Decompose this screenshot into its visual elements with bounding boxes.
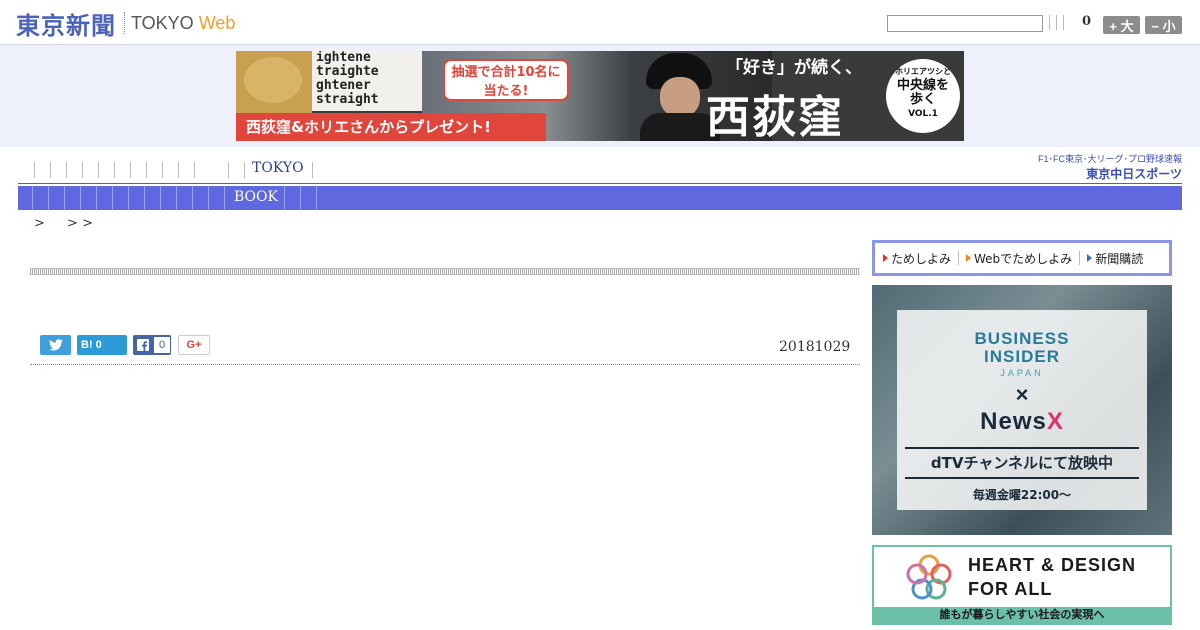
font-size-count: 0 <box>1082 14 1092 29</box>
logo-tokyo-text: TOKYO <box>131 12 194 33</box>
category-nav: TOKYO <box>18 158 1182 184</box>
link-separator <box>1079 251 1081 265</box>
facebook-count: 0 <box>154 337 171 353</box>
ad-schedule: 毎週金曜22:00〜 <box>972 488 1072 502</box>
tameshiyomi-link[interactable]: ためしよみ <box>883 250 951 267</box>
ad-heart-line2: FOR ALL <box>968 579 1053 599</box>
nav-item[interactable] <box>228 162 229 178</box>
ad-heart-strip: 誰もが暮らしやすい社会の実現へ <box>874 607 1170 623</box>
subnav-item[interactable] <box>32 186 33 210</box>
twitter-share-button[interactable] <box>40 335 71 355</box>
breadcrumb: > > > <box>34 216 111 231</box>
banner-series-badge: ホリエアツシと 中央線を 歩く VOL.1 <box>886 59 960 133</box>
site-logo[interactable]: 東京新聞 TOKYO Web <box>16 8 236 40</box>
arrow-right-icon <box>1087 254 1093 262</box>
hatena-bookmark-button[interactable]: B! 0 <box>77 335 127 355</box>
twitter-icon <box>48 339 63 351</box>
heart-design-ad[interactable]: HEART & DESIGN FOR ALL 誰もが暮らしやすい社会の実現へ <box>872 545 1172 625</box>
ad-bi-logo: BUSINESS INSIDER <box>974 329 1070 366</box>
nav-item-tokyo[interactable]: TOKYO <box>252 160 304 176</box>
ad-broadcast-bar: dTVチャンネルにて放映中 <box>905 447 1139 479</box>
banner-present-strip: 西荻窪&ホリエさんからプレゼント! <box>236 113 546 141</box>
arrow-right-icon <box>966 254 972 262</box>
subnav-item[interactable] <box>128 186 129 210</box>
google-plus-icon: G+ <box>186 339 202 351</box>
banner-stamp-image: ightene traighte ghtener straight <box>312 51 426 111</box>
logo-separator <box>124 12 125 34</box>
article-header-rule <box>30 268 860 275</box>
nav-item[interactable] <box>98 162 99 178</box>
google-plus-share-button[interactable]: G+ <box>178 335 210 355</box>
article-date: 20181029 <box>779 339 851 355</box>
hatena-icon: B! <box>81 339 93 351</box>
flower-logo-icon <box>906 554 952 600</box>
chunichi-logo: 東京中日スポーツ <box>1086 167 1182 181</box>
subnav-item[interactable] <box>80 186 81 210</box>
logo-web-text: Web <box>198 12 236 33</box>
ad-cross: × <box>1015 382 1029 407</box>
nav-item[interactable] <box>66 162 67 178</box>
font-larger-button[interactable]: + 大 <box>1103 16 1140 34</box>
subnav-item[interactable] <box>300 186 301 210</box>
facebook-icon <box>137 339 149 351</box>
subscription-links-box: ためしよみ Webでためしよみ 新聞購読 <box>872 240 1172 276</box>
nav-item[interactable] <box>244 162 245 178</box>
chunichi-tagline: F1･FC東京･大リーグ･プロ野球速報 <box>1037 154 1182 164</box>
subnav-item[interactable] <box>316 186 317 210</box>
ad-bi-japan: JAPAN <box>1000 368 1044 378</box>
nav-item[interactable] <box>146 162 147 178</box>
nav-item[interactable] <box>178 162 179 178</box>
banner-prize-bubble: 抽選で合計10名に 当たる! <box>443 59 569 101</box>
nav-item[interactable] <box>130 162 131 178</box>
subcategory-nav: BOOK <box>18 186 1182 210</box>
nav-item[interactable] <box>34 162 35 178</box>
subnav-item[interactable] <box>176 186 177 210</box>
nav-item[interactable] <box>162 162 163 178</box>
breadcrumb-item[interactable]: > <box>34 216 45 231</box>
nav-item[interactable] <box>312 162 313 178</box>
nav-item[interactable] <box>50 162 51 178</box>
subnav-item[interactable] <box>112 186 113 210</box>
subnav-item[interactable] <box>48 186 49 210</box>
web-tameshiyomi-link[interactable]: Webでためしよみ <box>966 250 1072 267</box>
link-separator <box>958 251 960 265</box>
facebook-share-button[interactable]: 0 <box>133 335 171 355</box>
subnav-item[interactable] <box>208 186 209 210</box>
subnav-item-book[interactable]: BOOK <box>234 189 278 205</box>
top-banner-ad[interactable]: ightene traighte ghtener straight 抽選で合計1… <box>236 51 964 141</box>
subnav-item[interactable] <box>144 186 145 210</box>
search-separators <box>1049 15 1064 32</box>
subnav-item[interactable] <box>192 186 193 210</box>
breadcrumb-item[interactable]: > > <box>67 216 93 231</box>
article-divider <box>30 364 860 365</box>
arrow-right-icon <box>883 254 888 262</box>
font-smaller-button[interactable]: − 小 <box>1145 16 1182 34</box>
subnav-item[interactable] <box>64 186 65 210</box>
business-insider-ad[interactable]: BUSINESS INSIDER JAPAN × NewsX dTVチャンネルにて… <box>872 285 1172 535</box>
subnav-item[interactable] <box>160 186 161 210</box>
subscribe-link[interactable]: 新聞購読 <box>1087 250 1143 267</box>
hatena-count: 0 <box>95 339 102 351</box>
nav-item[interactable] <box>194 162 195 178</box>
subnav-item[interactable] <box>96 186 97 210</box>
nav-item[interactable] <box>82 162 83 178</box>
subnav-item[interactable] <box>224 186 225 210</box>
logo-tokyo-shimbun: 東京新聞 <box>16 10 116 40</box>
nav-item[interactable] <box>114 162 115 178</box>
banner-title: 西荻窪 <box>706 92 844 141</box>
subnav-item[interactable] <box>284 186 285 210</box>
ad-newsx-logo: NewsX <box>980 408 1064 435</box>
ad-heart-line1: HEART & DESIGN <box>968 555 1137 575</box>
site-header: 東京新聞 TOKYO Web 0 + 大 − 小 <box>0 0 1200 45</box>
banner-quote: 「好き」が続く、 <box>726 58 862 78</box>
search-input[interactable] <box>887 15 1043 32</box>
ad-panel: BUSINESS INSIDER JAPAN × NewsX dTVチャンネルにて… <box>897 310 1147 510</box>
chunichi-sports-link[interactable]: F1･FC東京･大リーグ･プロ野球速報 東京中日スポーツ <box>1022 152 1182 181</box>
